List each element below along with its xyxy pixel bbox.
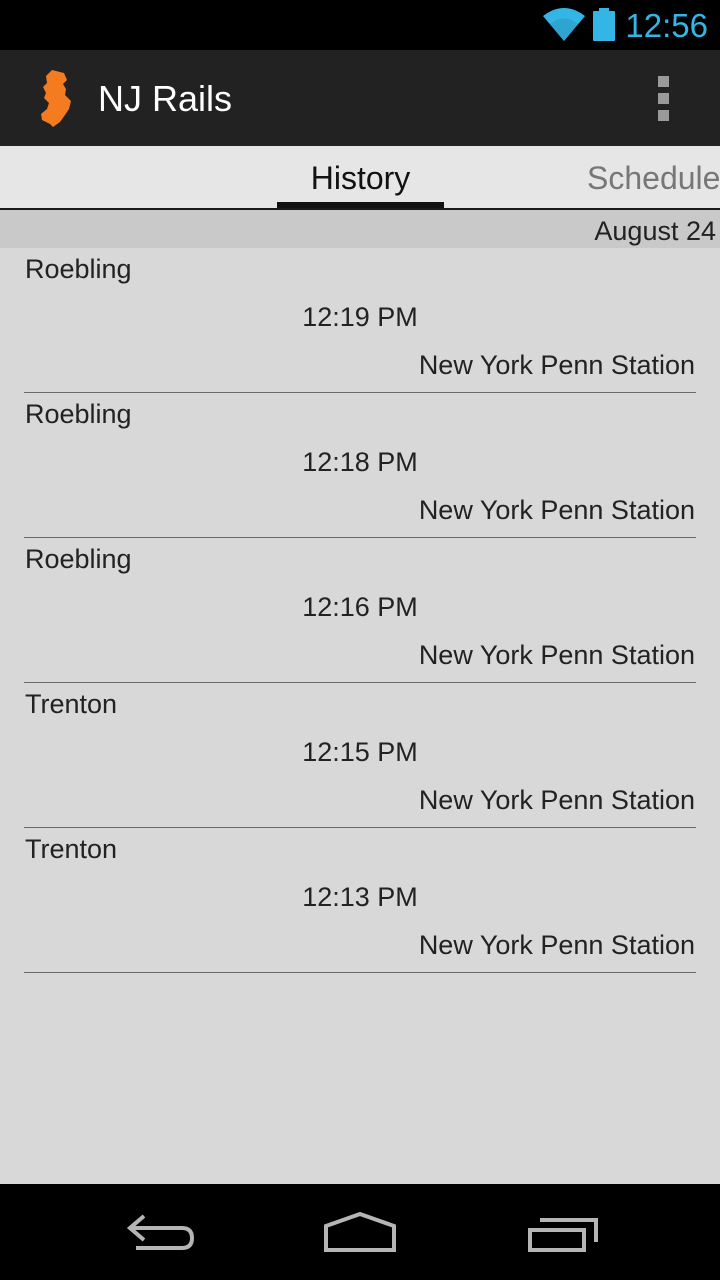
app-title: NJ Rails: [98, 78, 233, 119]
tab-schedule-label: Schedule: [587, 160, 720, 196]
tab-strip: History Schedule: [0, 146, 720, 210]
status-bar: 12:56: [0, 0, 720, 50]
departure-time: 12:19 PM: [302, 302, 418, 332]
destination-station: New York Penn Station: [418, 350, 695, 380]
history-list: Roebling 12:19 PM New York Penn Station …: [0, 248, 720, 973]
origin-station: Trenton: [25, 834, 118, 864]
battery-icon: [593, 8, 615, 41]
origin-station: Roebling: [25, 399, 132, 429]
divider: [24, 972, 696, 973]
list-item[interactable]: Roebling 12:19 PM New York Penn Station: [0, 248, 720, 393]
navigation-bar: [0, 1184, 720, 1280]
tab-history-label: History: [310, 160, 411, 196]
list-item[interactable]: Trenton 12:15 PM New York Penn Station: [0, 683, 720, 828]
origin-station: Roebling: [25, 254, 132, 284]
recents-icon[interactable]: [524, 1204, 600, 1260]
home-icon[interactable]: [320, 1204, 400, 1260]
destination-station: New York Penn Station: [418, 785, 695, 815]
tab-schedule[interactable]: Schedule: [587, 146, 720, 208]
list-item[interactable]: Trenton 12:13 PM New York Penn Station: [0, 828, 720, 973]
list-item[interactable]: Roebling 12:16 PM New York Penn Station: [0, 538, 720, 683]
status-clock: 12:56: [625, 7, 708, 44]
tab-indicator: [277, 202, 444, 208]
destination-station: New York Penn Station: [418, 930, 695, 960]
departure-time: 12:18 PM: [302, 447, 418, 477]
destination-station: New York Penn Station: [418, 640, 695, 670]
overflow-menu-icon[interactable]: [648, 72, 680, 124]
departure-time: 12:13 PM: [302, 882, 418, 912]
origin-station: Trenton: [25, 689, 118, 719]
action-bar: NJ Rails: [0, 50, 720, 146]
departure-time: 12:15 PM: [302, 737, 418, 767]
list-item[interactable]: Roebling 12:18 PM New York Penn Station: [0, 393, 720, 538]
tab-history[interactable]: History: [277, 146, 444, 208]
back-icon[interactable]: [122, 1204, 198, 1260]
destination-station: New York Penn Station: [418, 495, 695, 525]
wifi-icon: [543, 8, 585, 41]
screen: 12:56 NJ Rails History Schedule August 2…: [0, 0, 720, 1280]
date-label: August 24: [594, 216, 716, 246]
new-jersey-icon[interactable]: [38, 68, 78, 128]
origin-station: Roebling: [25, 544, 132, 574]
departure-time: 12:16 PM: [302, 592, 418, 622]
date-section-header: August 24: [0, 210, 720, 248]
